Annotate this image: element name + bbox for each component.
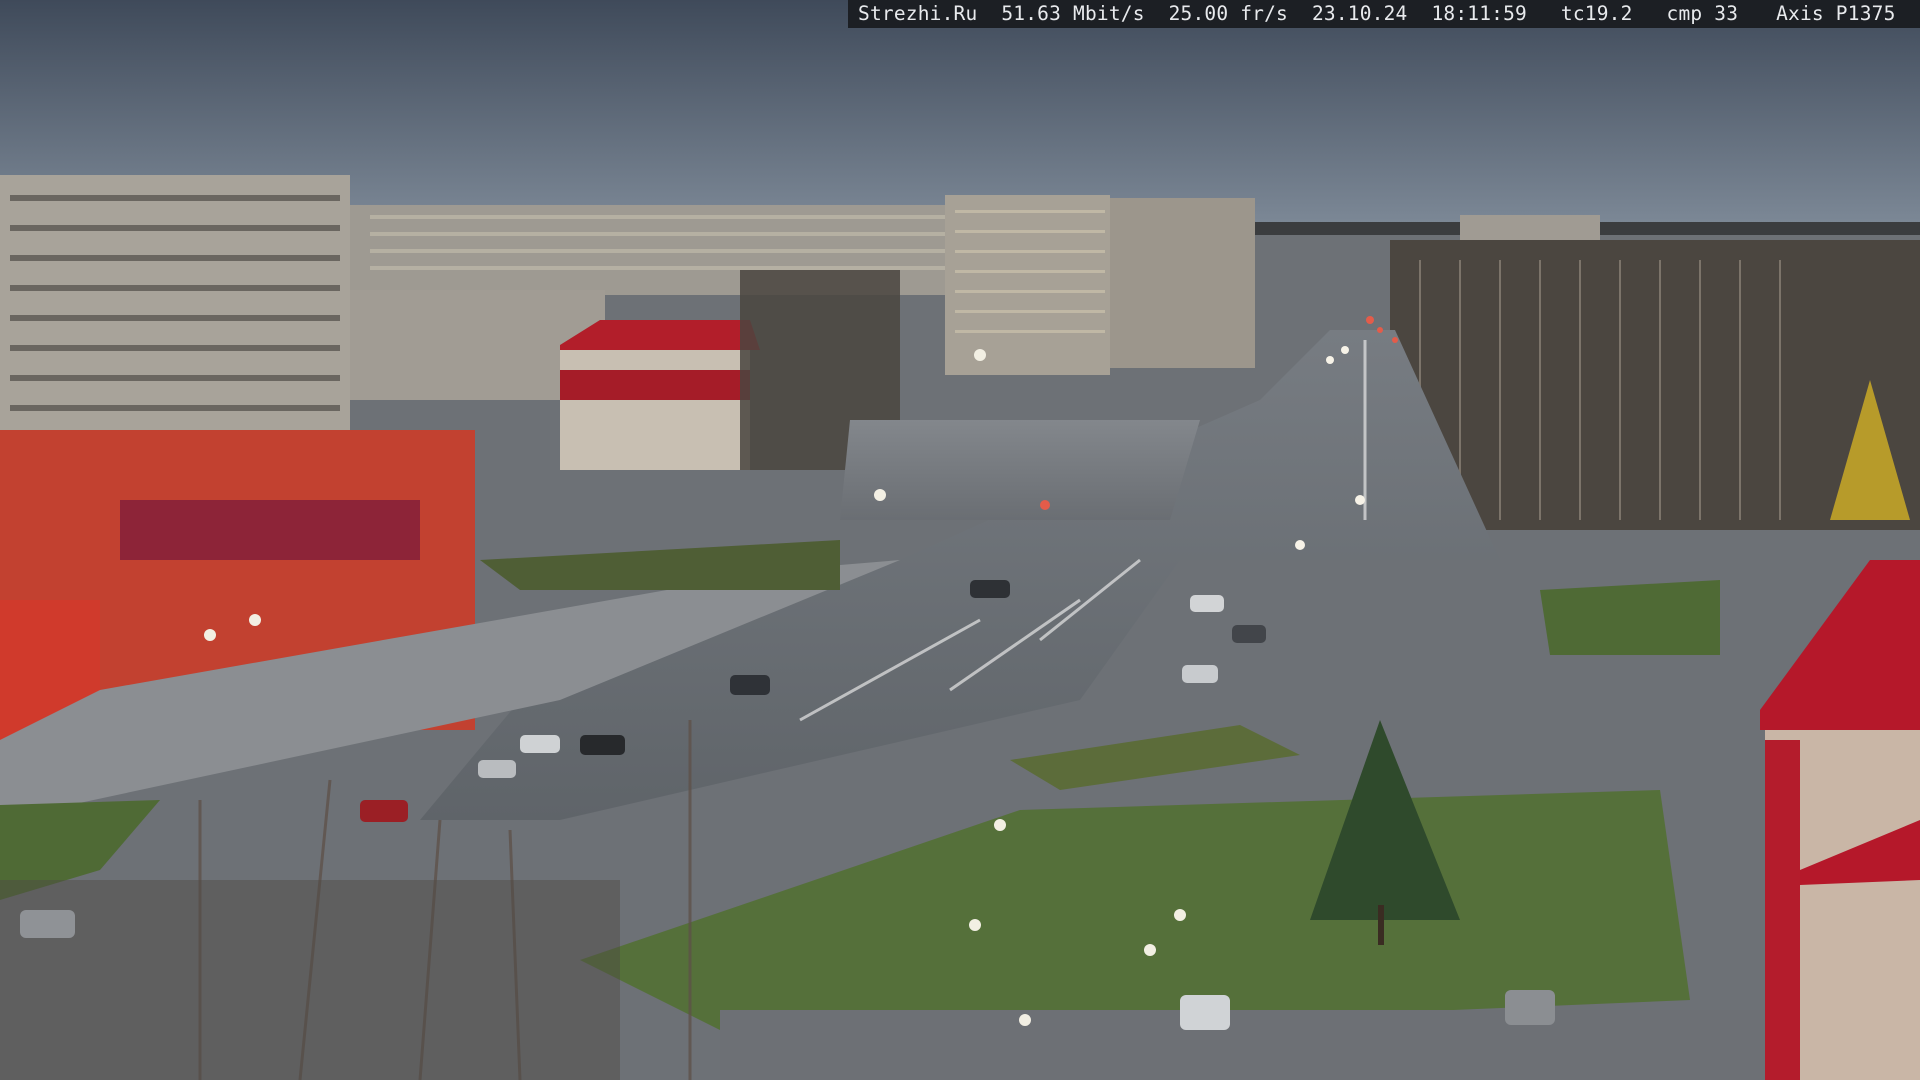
- camera-model-label: Axis P1375: [1776, 2, 1896, 25]
- street-scene: [0, 0, 1920, 1080]
- tc-label: tc19.2: [1560, 2, 1633, 25]
- site-label: Strezhi.Ru: [858, 2, 978, 25]
- plaza: [840, 420, 1200, 520]
- tower-building: [945, 195, 1110, 375]
- cmp-label: cmp 33: [1666, 2, 1739, 25]
- time-label: 18:11:59: [1431, 2, 1527, 25]
- front-road: [720, 1010, 1760, 1080]
- bitrate-label: 51.63 Mbit/s: [1001, 2, 1145, 25]
- lawn-right: [1540, 580, 1720, 655]
- camera-frame: Strezhi.Ru 51.63 Mbit/s 25.00 fr/s 23.10…: [0, 0, 1920, 1080]
- date-label: 23.10.24: [1311, 2, 1408, 25]
- fps-label: 25.00 fr/s: [1168, 2, 1288, 25]
- camera-status-overlay: Strezhi.Ru 51.63 Mbit/s 25.00 fr/s 23.10…: [848, 0, 1920, 28]
- red-roof-building: [560, 350, 750, 470]
